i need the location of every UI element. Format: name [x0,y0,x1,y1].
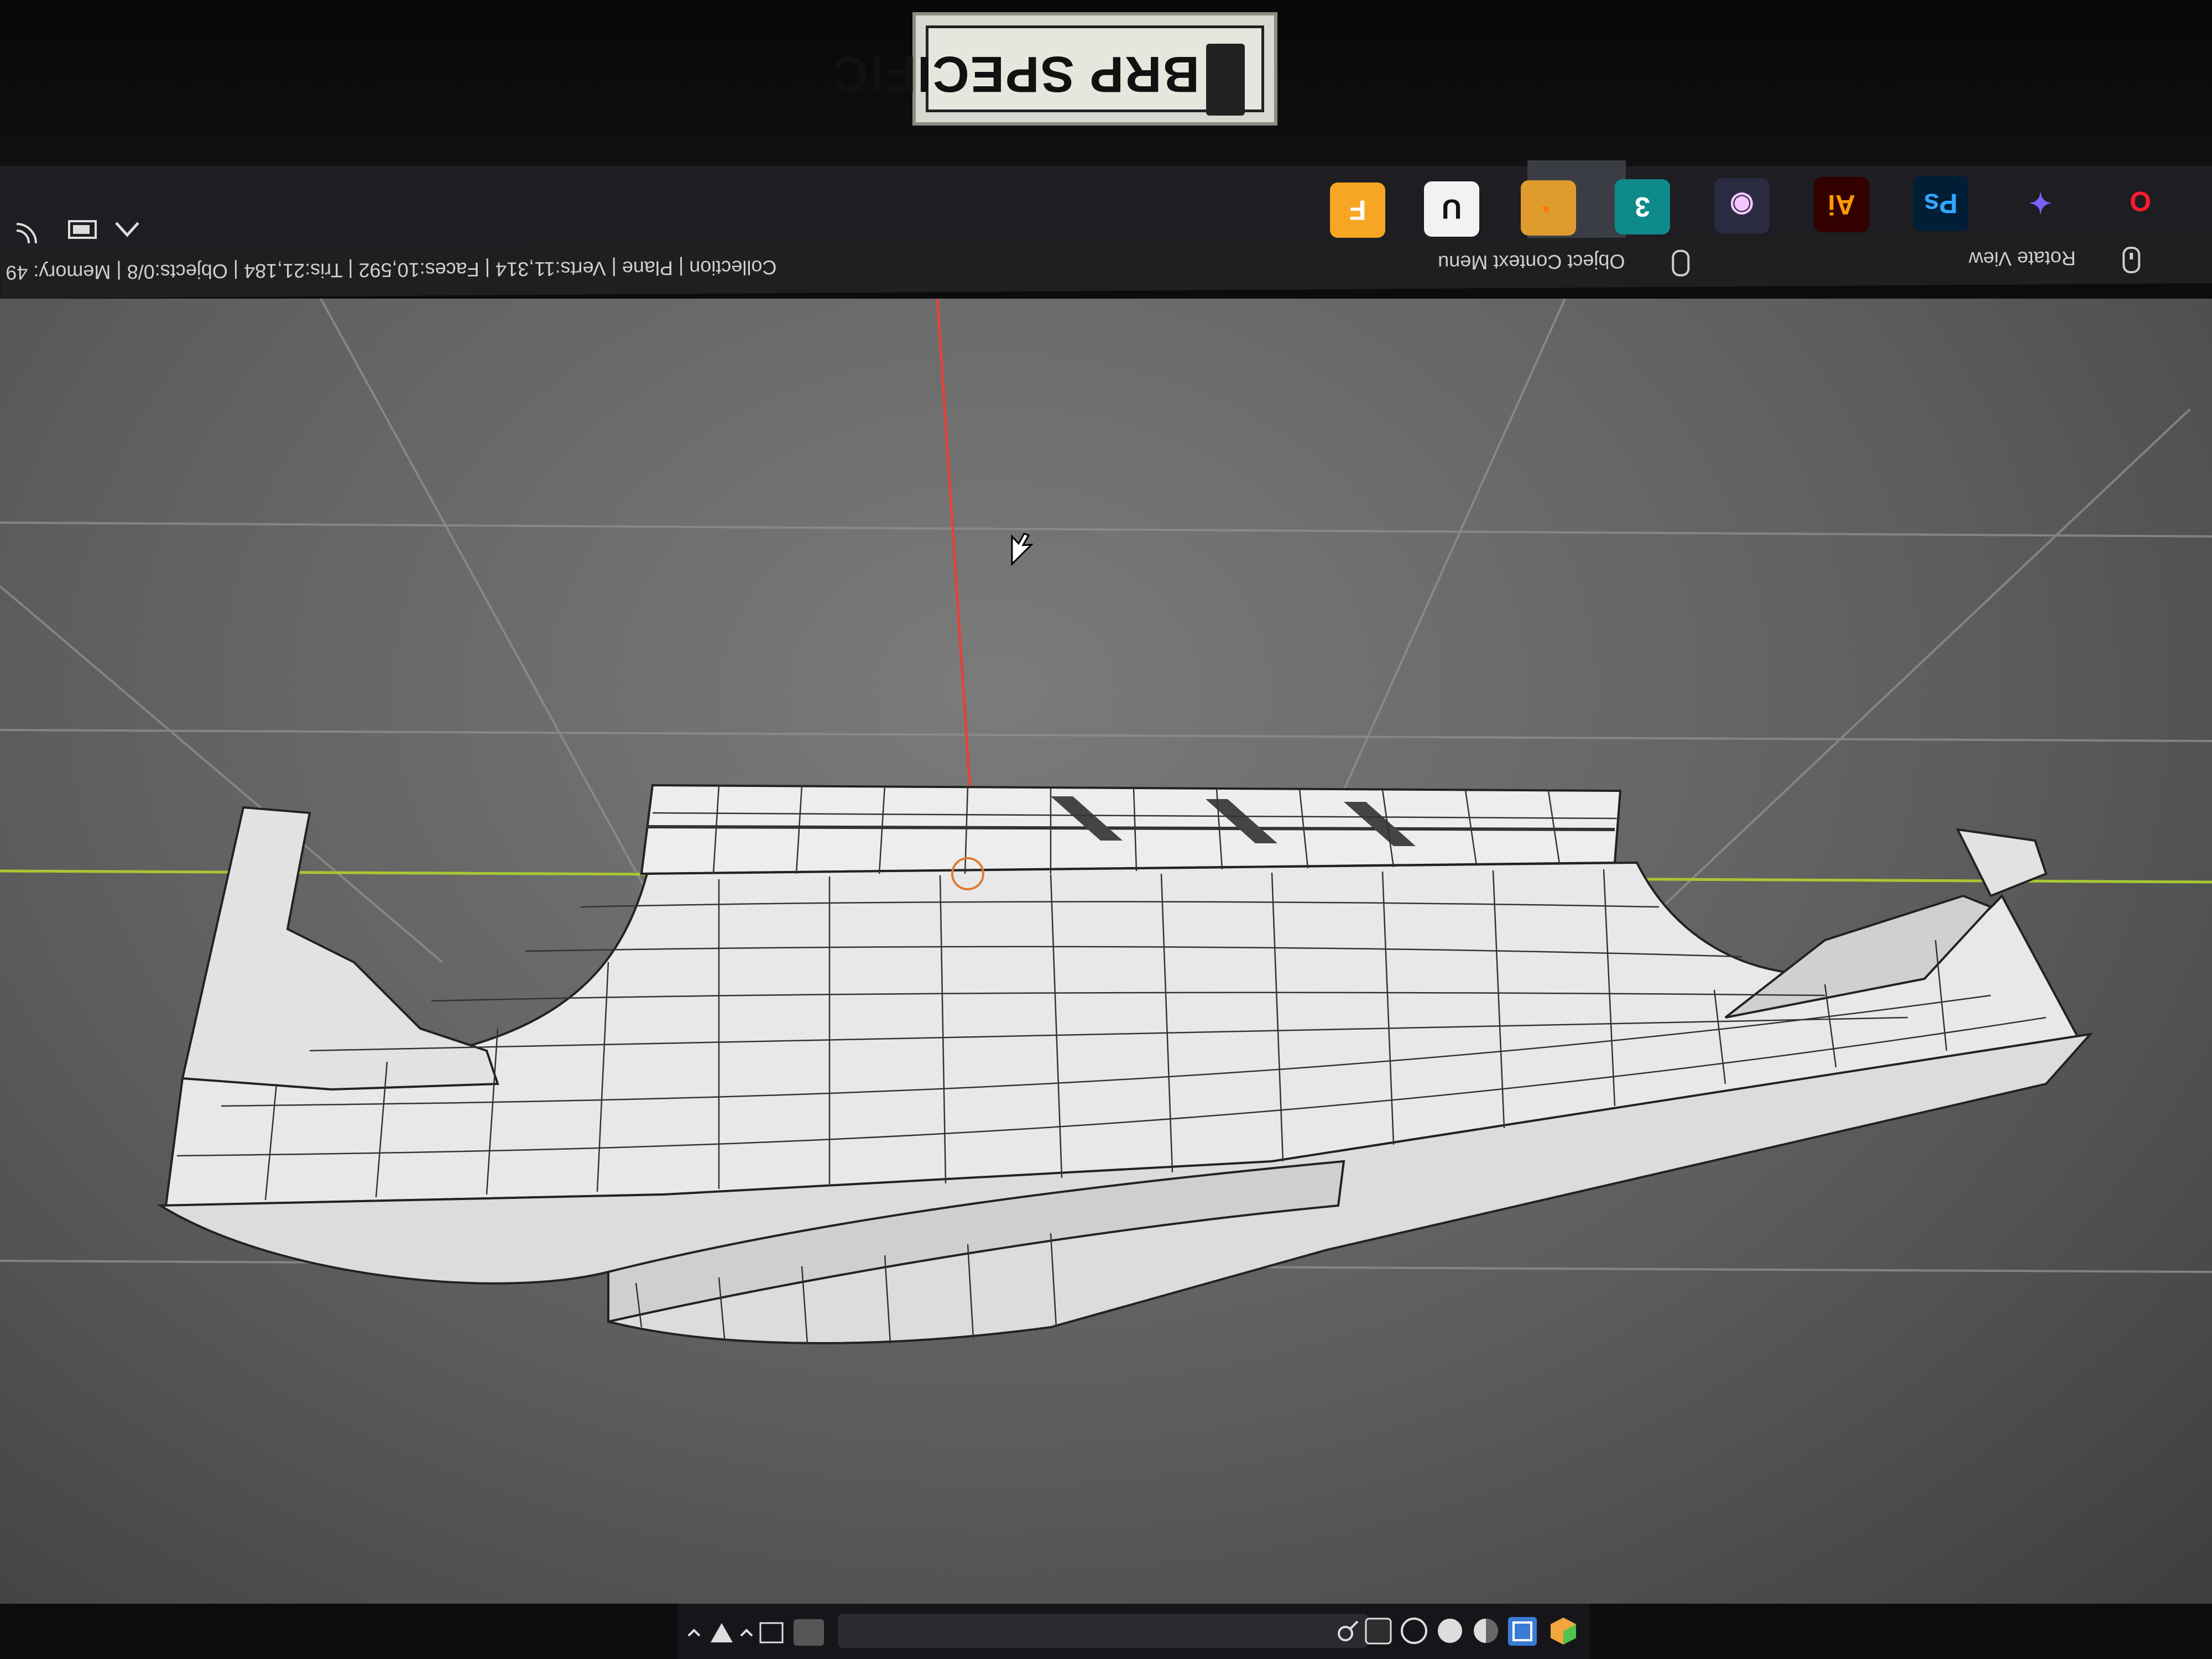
viewport-grid [0,299,2212,1344]
blender-glyph: ◔ [1540,192,1557,223]
fusion-360-icon[interactable]: F [1330,182,1385,238]
chevron-up-icon[interactable] [115,222,139,237]
solid-shading-icon[interactable] [1435,1616,1465,1646]
photoshop-icon[interactable]: Ps [1913,176,1969,231]
gizmo-icon[interactable] [1548,1616,1579,1646]
battery-icon[interactable] [68,220,97,239]
system-tray [16,220,139,244]
davinci-resolve-icon[interactable]: ◉ [1714,178,1770,233]
photoshop-glyph: Ps [1924,188,1958,219]
viewport-search-field[interactable] [838,1614,1369,1648]
monitor-bezel: BRP SPECIFIC [0,0,2212,166]
select-mode-icon [759,1622,784,1644]
unreal-engine-glyph: U [1441,194,1462,225]
3ds-max-icon[interactable]: 3 [1615,179,1670,234]
illustrator-glyph: Ai [1828,189,1855,220]
fusion-360-glyph: F [1349,195,1366,226]
blender-icon[interactable]: ◔ [1521,180,1576,236]
material-preview-icon[interactable] [1471,1616,1501,1646]
rotate-view-hint: Rotate View [1969,247,2076,271]
rendered-shading-icon[interactable] [1507,1616,1537,1646]
unreal-engine-icon[interactable]: U [1424,181,1479,237]
header-left-tools [687,1619,824,1646]
sticker-badge-icon [1206,44,1245,116]
overlays-icon[interactable] [1363,1616,1394,1646]
sticker-frame: BRP SPECIFIC [831,25,1264,116]
mouse-pointer-icon [1011,533,1034,566]
brp-specific-sticker: BRP SPECIFIC [831,12,1277,126]
3d-viewport[interactable] [0,299,2212,1604]
scene-statistics: Collection | Plane | Verts:11,314 | Face… [6,256,777,284]
illustrator-icon[interactable]: Ai [1814,177,1869,232]
opera-glyph: O [2129,186,2151,217]
curve-tool-icon [794,1619,824,1646]
3ds-max-glyph: 3 [1635,191,1650,222]
wireframe-mesh[interactable] [156,784,2094,1344]
sticker-text: BRP SPECIFIC [831,46,1199,102]
wifi-icon[interactable] [16,223,37,244]
figma-icon[interactable]: ✦ [2013,175,2068,230]
search-icon [1338,1620,1359,1641]
opera-icon[interactable]: O [2112,174,2168,229]
viewport-header-bar [677,1604,1590,1659]
mouse-middle-icon [2122,247,2141,274]
view-tool-icon [711,1623,733,1642]
wireframe-shading-icon[interactable] [1399,1616,1430,1646]
chevron-icon [740,1629,753,1637]
davinci-resolve-glyph: ◉ [1730,190,1754,221]
chevron-icon [687,1629,701,1637]
figma-glyph: ✦ [2029,187,2052,218]
context-menu-hint: Object Context Menu [1438,250,1625,274]
mouse-right-icon [1672,249,1690,276]
